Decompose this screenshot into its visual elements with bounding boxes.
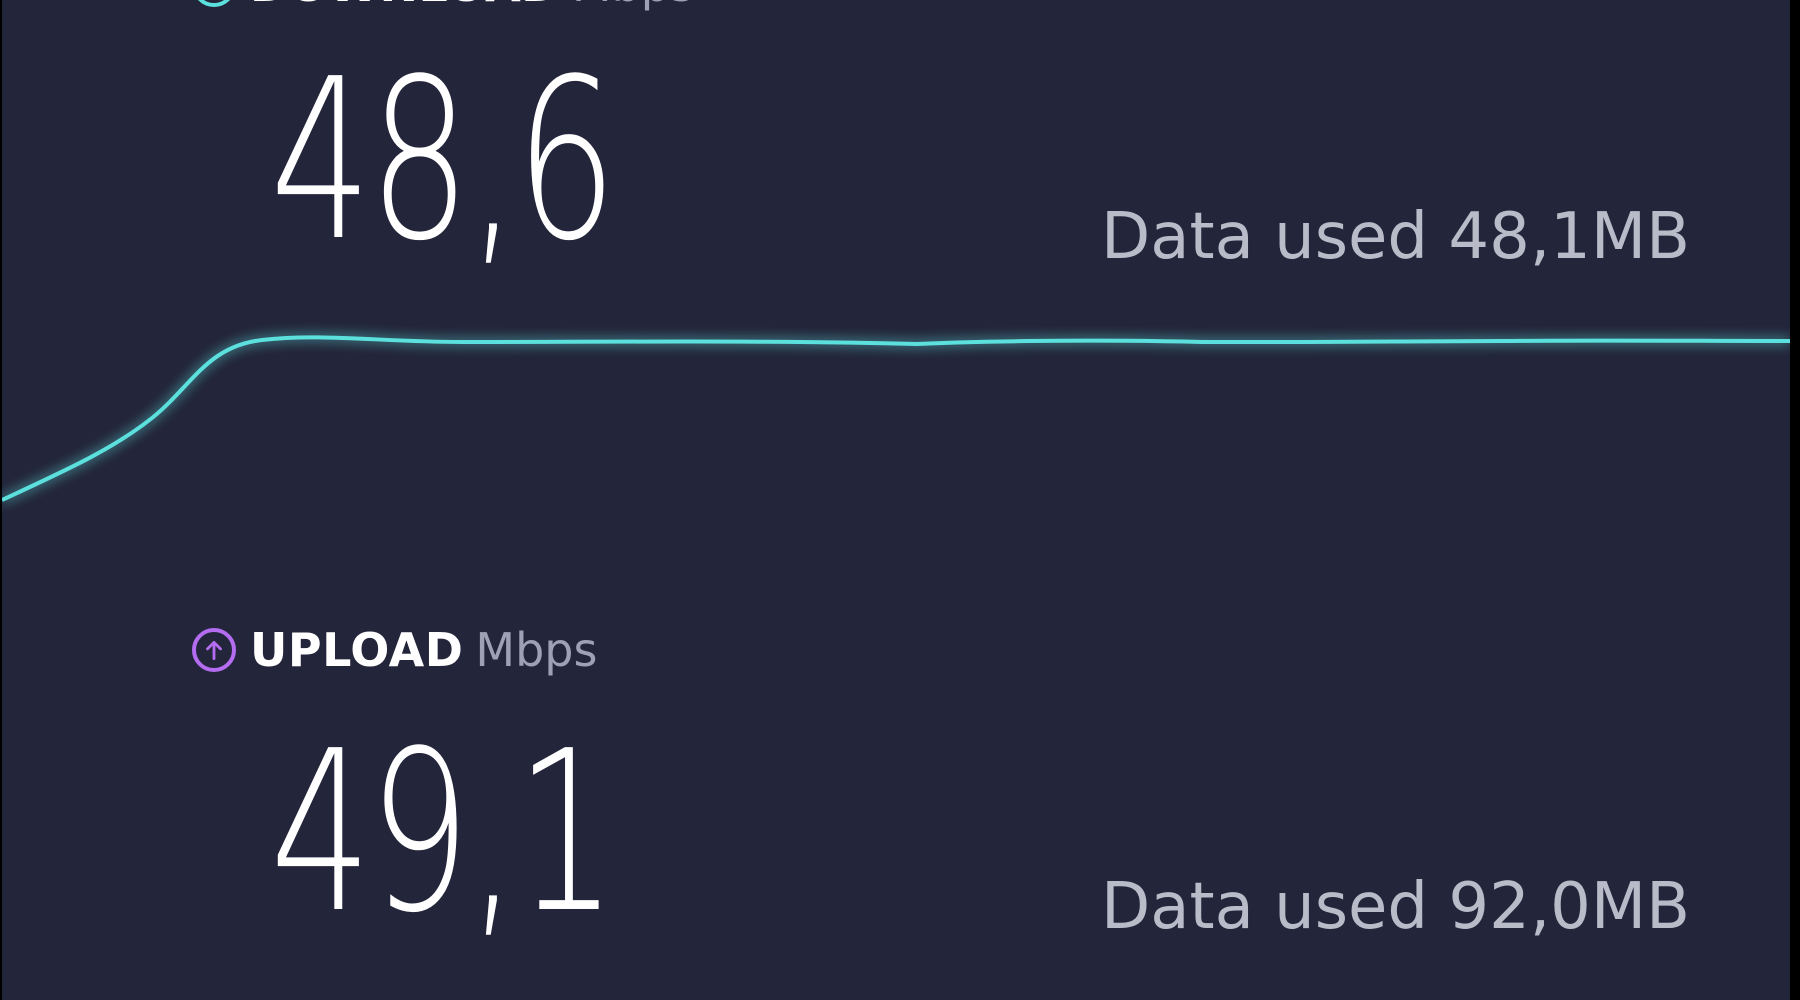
upload-label: UPLOAD <box>250 623 464 677</box>
speed-test-results-screen: DOWNLOAD Mbps 48,6 Data used 48,1MB UPLO… <box>2 0 1790 1000</box>
upload-speed-value: 49,1 <box>270 704 617 962</box>
upload-unit: Mbps <box>475 623 598 677</box>
download-speed-value: 48,6 <box>270 32 617 290</box>
download-unit: Mbps <box>572 0 694 12</box>
download-graph-line <box>2 335 1790 502</box>
download-header: DOWNLOAD Mbps <box>192 0 694 12</box>
download-speed-graph <box>2 335 1790 502</box>
arrow-down-circle-icon <box>192 0 236 7</box>
download-label: DOWNLOAD <box>250 0 560 12</box>
upload-header: UPLOAD Mbps <box>192 623 598 677</box>
upload-data-used: Data used 92,0MB <box>1100 870 1690 944</box>
download-data-used: Data used 48,1MB <box>1100 200 1690 274</box>
arrow-up-circle-icon <box>192 628 236 672</box>
